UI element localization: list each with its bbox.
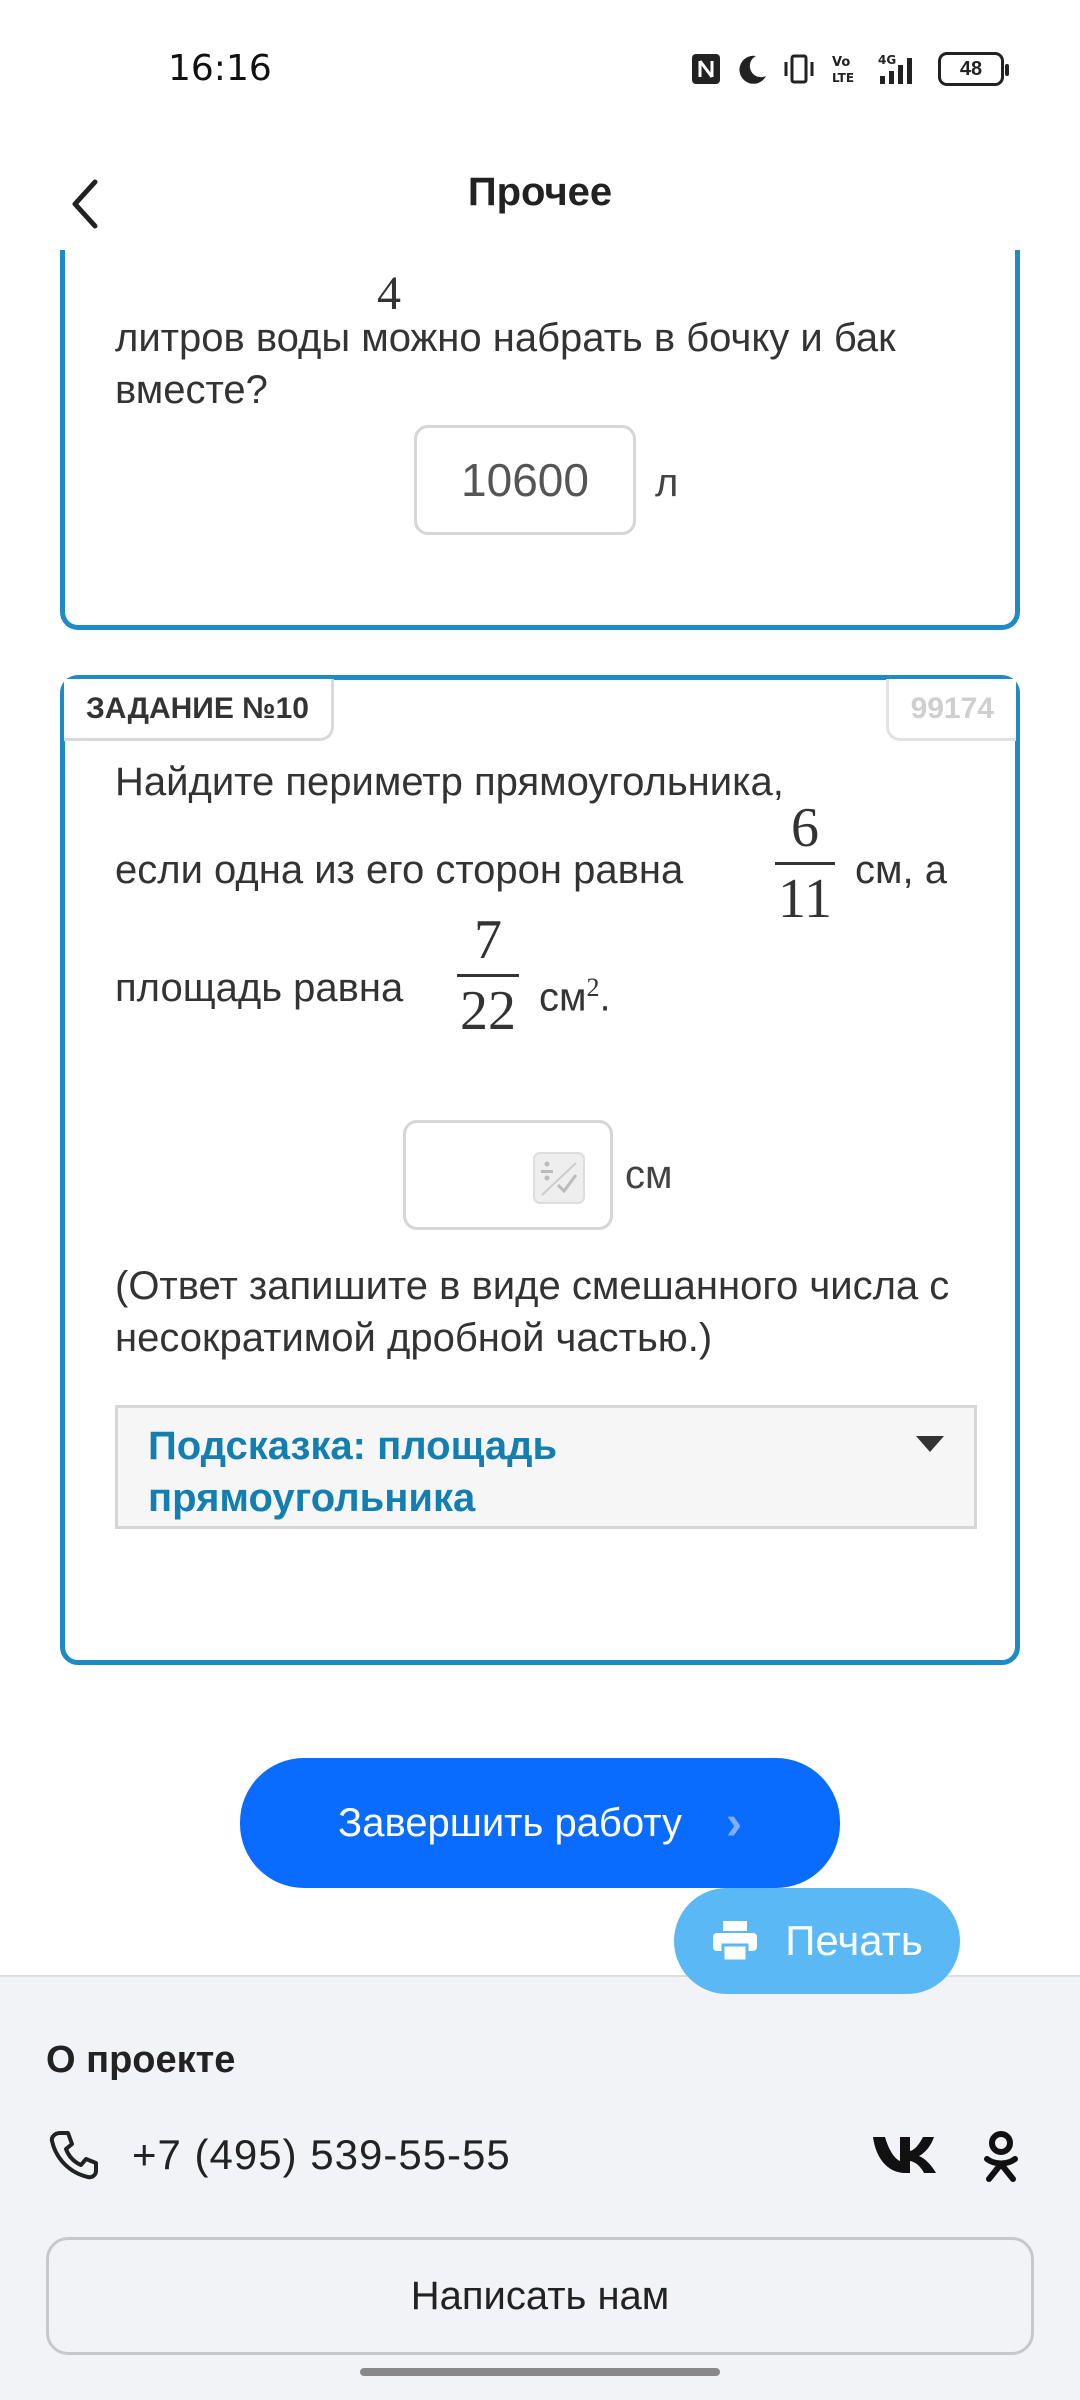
home-indicator[interactable] [360,2368,720,2376]
fraction-numerator: 6 [791,797,819,859]
unit-cm: см [539,975,587,1020]
fraction-input-icon[interactable] [532,1151,586,1205]
finish-label: Завершить работу [338,1800,682,1845]
unit-superscript: 2 [586,973,600,1002]
task-label: ЗАДАНИЕ №10 [64,679,334,741]
vk-icon[interactable] [870,2129,940,2179]
signal-4g-icon: 4G [878,53,912,84]
hint-dropdown[interactable]: Подсказка: площадь прямоугольника [115,1405,977,1529]
task-card-previous: 4 литров воды можно набрать в бочку и ба… [60,250,1020,630]
fraction-bar [775,862,835,865]
svg-text:4G: 4G [878,53,896,67]
nfc-icon [692,54,720,84]
footer: О проекте +7 (495) 539-55-55 Написать на… [0,1975,1080,2400]
answer-input[interactable]: 10600 [414,425,636,535]
task-id: 99174 [885,679,1016,741]
phone-link[interactable]: +7 (495) 539-55-55 [46,2127,511,2183]
period: . [599,975,611,1020]
chevron-right-icon: › [725,1796,742,1850]
status-time: 16:16 [168,48,272,89]
task-line-3-suffix: см2. [539,962,611,1023]
task-text: литров воды можно набрать в бочку и бак … [115,316,896,412]
fraction-side: 6 11 [775,798,835,929]
task-line-1: Найдите периметр прямоугольника, [115,760,784,804]
task-line-2-suffix: см, а [855,848,947,892]
page-title: Прочее [467,170,613,214]
finish-button[interactable]: Завершить работу › [240,1758,840,1888]
answer-note: (Ответ запишите в виде смешанного числа … [115,1264,950,1360]
svg-text:Vo: Vo [832,55,850,70]
task-line-2: если одна из его сторон равна [115,848,684,892]
hint-label: Подсказка: площадь прямоугольника [148,1424,558,1520]
fraction-area: 7 22 [457,910,519,1041]
print-label: Печать [785,1917,923,1964]
svg-text:LTE: LTE [832,71,854,85]
printer-icon [713,1921,758,1963]
vibrate-icon [784,54,814,84]
status-icons: Vo LTE 4G 48 [690,52,1009,86]
caret-down-icon [916,1436,944,1452]
print-button[interactable]: Печать [674,1888,960,1994]
answer-unit: л [655,461,679,505]
fraction-numerator: 7 [474,909,502,971]
status-bar: 16:16 Vo LTE 4G 48 [0,0,1080,140]
task-card-10: ЗАДАНИЕ №10 99174 Найдите периметр прямо… [60,675,1020,1665]
answer-input[interactable] [403,1120,613,1230]
fraction-denominator: 22 [460,980,516,1042]
battery-icon: 48 [938,52,1009,86]
fraction-denominator: 11 [778,868,832,930]
answer-unit: см [625,1153,673,1197]
moon-icon [739,55,766,84]
volte-icon: VoLTE [832,55,854,85]
task-line-3: площадь равна [115,966,404,1010]
phone-icon [49,2131,98,2180]
write-us-button[interactable]: Написать нам [46,2237,1034,2355]
footer-title: О проекте [46,2039,236,2081]
phone-number: +7 (495) 539-55-55 [132,2131,511,2178]
fraction-bar [457,974,519,977]
odnoklassniki-icon[interactable] [978,2129,1024,2185]
